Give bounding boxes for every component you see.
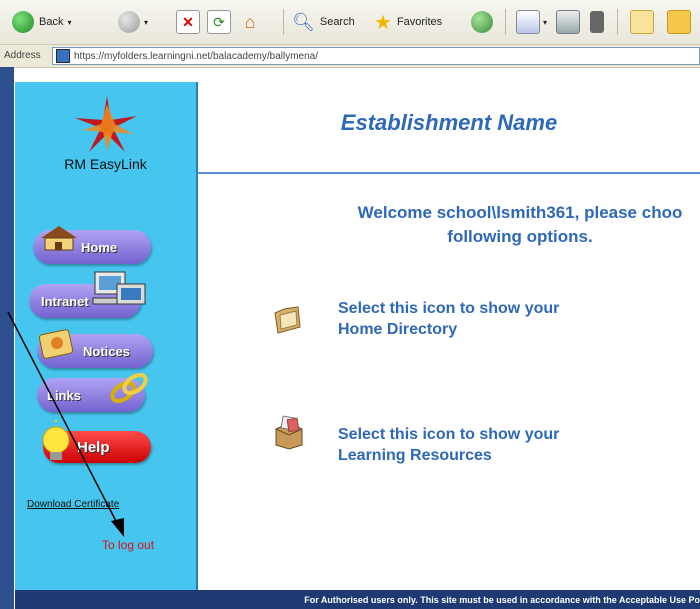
sidebar: RM EasyLink Home Intranet Notices Links … — [15, 82, 198, 590]
sidebar-item-label: Notices — [83, 343, 130, 359]
edit-button[interactable] — [590, 8, 604, 36]
printer-icon — [556, 10, 580, 34]
search-label: Search — [319, 16, 355, 28]
window-frame-edge — [0, 67, 14, 609]
rm-logo-icon — [75, 96, 137, 152]
search-button[interactable]: 🔍︎ Search — [292, 8, 355, 36]
footer-bar: For Authorised users only. This site mus… — [15, 590, 700, 609]
toolbar-separator — [505, 9, 506, 35]
messenger-button[interactable] — [667, 8, 691, 36]
forward-arrow-icon — [118, 11, 140, 33]
forward-button[interactable]: ▾ — [118, 8, 148, 36]
address-field[interactable]: https://myfolders.learningni.net/balacad… — [52, 47, 700, 65]
folder-toolbar-icon — [667, 10, 691, 34]
logo-text: RM EasyLink — [64, 156, 147, 172]
option-home-directory[interactable]: Select this icon to show your Home Direc… — [338, 298, 559, 340]
house-icon: ⌂ — [244, 12, 256, 32]
favorites-label: Favorites — [396, 16, 443, 28]
refresh-button[interactable]: ⟳ — [207, 8, 231, 36]
chain-link-icon — [110, 373, 148, 403]
sidebar-item-label: Home — [81, 239, 118, 255]
logout-annotation: To log out — [102, 538, 155, 552]
back-dropdown-icon[interactable]: ▾ — [67, 18, 71, 27]
print-button[interactable] — [556, 8, 580, 36]
sidebar-item-label: Help — [77, 438, 110, 456]
house-icon — [41, 226, 77, 251]
computer-icon — [92, 271, 146, 305]
note-icon — [630, 10, 654, 34]
welcome-message: Welcome school\lsmith361, please choo fo… — [357, 203, 683, 246]
star-icon: ★ — [374, 11, 392, 34]
page-title: Establishment Name — [340, 110, 558, 135]
help-lightbulb-icon — [42, 420, 70, 460]
magnifier-icon: 🔍︎ — [292, 11, 315, 32]
folder-icon[interactable] — [272, 303, 302, 335]
toolbar-separator — [283, 9, 284, 35]
mail-icon — [516, 10, 540, 34]
mail-dropdown-icon[interactable]: ▾ — [543, 18, 547, 27]
browser-toolbar: Back ▾ ▾ ✕ ⟳ ⌂ 🔍︎ Search ★ Favorites ▾ — [0, 0, 700, 45]
back-label: Back — [39, 16, 64, 28]
sidebar-item-label: Links — [47, 387, 81, 403]
option-learning-resources[interactable]: Select this icon to show your Learning R… — [338, 424, 559, 466]
refresh-icon: ⟳ — [207, 10, 231, 34]
page-icon — [56, 49, 70, 63]
toolbar-separator — [617, 9, 618, 35]
mail-button[interactable]: ▾ — [516, 8, 547, 36]
download-certificate-link[interactable]: Download Certificate — [27, 499, 119, 510]
resources-box-icon[interactable] — [272, 415, 306, 451]
notices-board-icon — [38, 329, 74, 359]
forward-dropdown-icon[interactable]: ▾ — [144, 18, 148, 27]
header-divider — [198, 172, 700, 174]
address-url[interactable]: https://myfolders.learningni.net/balacad… — [74, 51, 318, 62]
address-bar: Address https://myfolders.learningni.net… — [0, 45, 700, 68]
stop-icon: ✕ — [176, 10, 200, 34]
footer-text: For Authorised users only. This site mus… — [304, 594, 700, 605]
home-button[interactable]: ⌂ — [239, 8, 261, 36]
back-arrow-icon — [12, 11, 34, 33]
history-button[interactable] — [471, 8, 493, 36]
sidebar-item-label: Intranet — [41, 293, 89, 309]
favorites-button[interactable]: ★ Favorites — [374, 8, 442, 36]
back-button[interactable]: Back ▾ — [12, 8, 71, 36]
address-label: Address — [4, 50, 41, 61]
stop-button[interactable]: ✕ — [176, 8, 200, 36]
edit-icon — [590, 11, 604, 33]
history-clock-icon — [471, 11, 493, 33]
discuss-button[interactable] — [630, 8, 654, 36]
